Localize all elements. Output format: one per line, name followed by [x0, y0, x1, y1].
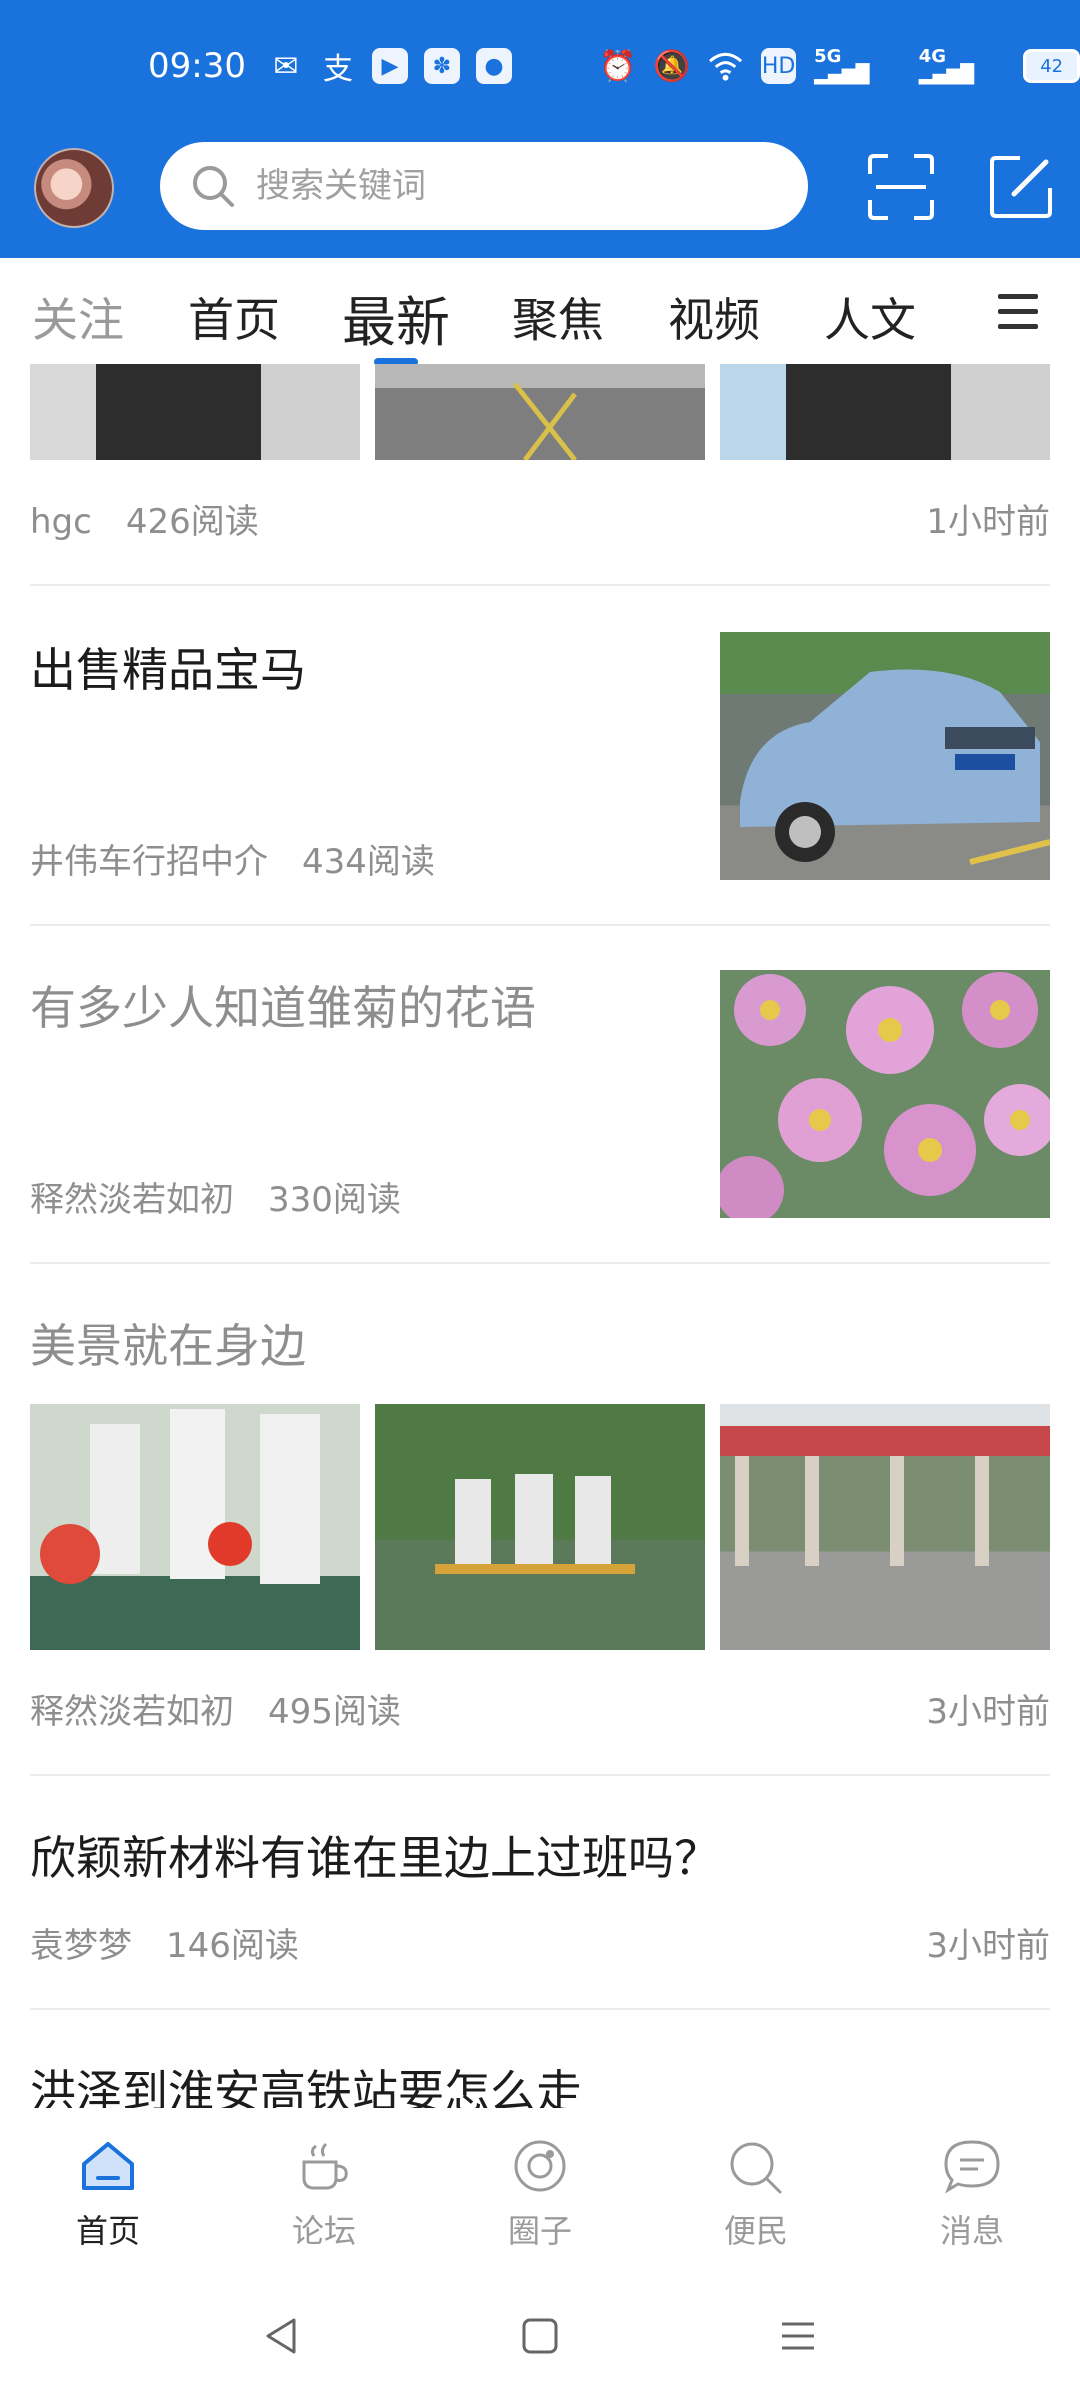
post-title: 欣颖新材料有谁在里边上过班吗？ — [30, 1831, 720, 1885]
battery-icon: 42 — [1023, 49, 1080, 83]
mute-icon: 🔕 — [653, 48, 691, 84]
news-feed[interactable]: hgc 426阅读 1小时前 出售精品宝马 井伟车行招中介 434阅读 有多少人知道… — [0, 364, 1080, 2108]
wechat-icon: ✉ — [273, 48, 299, 84]
search-icon — [193, 166, 234, 207]
tab-culture[interactable]: 人文 — [824, 284, 916, 350]
search-input[interactable] — [254, 165, 778, 207]
post-reads: 146阅读 — [166, 1926, 299, 1966]
post-meta: 袁梦梦 146阅读 — [30, 1918, 299, 1967]
post-time: 1小时前 — [926, 502, 1050, 542]
tab-follow[interactable]: 关注 — [32, 284, 124, 350]
nav-label: 圈子 — [507, 2212, 572, 2250]
tab-latest[interactable]: 最新 — [342, 278, 450, 357]
circle-icon — [514, 2140, 566, 2192]
tab-focus[interactable]: 聚焦 — [512, 284, 604, 350]
post-image — [375, 364, 705, 460]
post-meta: 井伟车行招中介 434阅读 — [30, 834, 435, 883]
record-icon: ● — [476, 48, 512, 84]
post-title: 洪泽到淮安高铁站要怎么走 — [30, 2065, 582, 2108]
post-author: 释然淡若如初 — [30, 1692, 234, 1732]
divider — [30, 924, 1050, 926]
post-meta: hgc 426阅读 — [30, 494, 259, 543]
post-image — [375, 1404, 705, 1650]
compose-icon[interactable] — [984, 150, 1058, 224]
nav-label: 首页 — [75, 2212, 140, 2250]
post-meta: 释然淡若如初 495阅读 — [30, 1684, 401, 1733]
post-image — [30, 364, 360, 460]
bottom-navigation: 首页 论坛 圈子 便民 消息 — [0, 2108, 1080, 2278]
menu-icon[interactable] — [998, 294, 1038, 339]
nav-label: 论坛 — [291, 2212, 356, 2250]
post-title: 有多少人知道雏菊的花语 — [30, 981, 536, 1035]
alarm-icon: ⏰ — [599, 48, 637, 84]
car-graphic — [740, 669, 1050, 865]
post-meta: 释然淡若如初 330阅读 — [30, 1172, 401, 1221]
tab-home[interactable]: 首页 — [188, 284, 280, 350]
post-image — [720, 364, 1050, 460]
tab-video[interactable]: 视频 — [668, 284, 760, 350]
post-time: 3小时前 — [926, 1926, 1050, 1966]
status-bar: 09:30 ✉ 支 ▶ ✽ ● ⏰ 🔕 HD 5G ▂▄▆█ 4G ▂▄▆█ 4… — [0, 30, 1080, 114]
search-service-icon — [730, 2142, 782, 2194]
nav-label: 消息 — [939, 2212, 1004, 2250]
app-header: 09:30 ✉ 支 ▶ ✽ ● ⏰ 🔕 HD 5G ▂▄▆█ 4G ▂▄▆█ 4… — [0, 0, 1080, 258]
system-navigation-bar — [0, 2278, 1080, 2400]
coffee-cup-icon — [302, 2142, 348, 2190]
post-author: 释然淡若如初 — [30, 1180, 234, 1220]
nav-circle[interactable]: 圈子 — [470, 2138, 610, 2252]
road-lines-graphic — [513, 382, 577, 460]
divider — [30, 1774, 1050, 1776]
monument-graphic — [40, 1409, 320, 1584]
flowers-graphic — [720, 972, 1050, 1218]
home-icon — [82, 2142, 134, 2190]
avatar[interactable] — [34, 148, 114, 228]
post-title: 美景就在身边 — [30, 1319, 306, 1373]
nav-label: 便民 — [723, 2212, 788, 2250]
post-reads: 495阅读 — [268, 1692, 401, 1732]
system-status-icons: ⏰ 🔕 HD 5G ▂▄▆█ 4G ▂▄▆█ 42 — [599, 46, 1080, 85]
post-title: 出售精品宝马 — [30, 643, 306, 697]
baidu-icon: ✽ — [424, 48, 460, 84]
chat-bubble-icon — [944, 2140, 1000, 2194]
signal-5g-icon: 5G ▂▄▆█ — [814, 46, 870, 85]
post-author: 井伟车行招中介 — [30, 842, 268, 882]
status-time: 09:30 — [148, 46, 246, 86]
post-time: 3小时前 — [926, 1692, 1050, 1732]
post-author: 袁梦梦 — [30, 1926, 132, 1966]
post-thumbnail — [720, 632, 1050, 880]
nav-forum[interactable]: 论坛 — [254, 2138, 394, 2252]
post-author: hgc — [30, 502, 92, 542]
alipay-icon: 支 — [323, 52, 353, 87]
park-graphic — [435, 1474, 635, 1574]
post-image — [30, 1404, 360, 1650]
divider — [30, 2008, 1050, 2010]
home-button-icon[interactable] — [520, 2316, 560, 2356]
nav-home[interactable]: 首页 — [38, 2138, 178, 2252]
notification-icons: ✉ 支 ▶ ✽ ● — [268, 48, 512, 87]
divider — [30, 1262, 1050, 1264]
post-thumbnail — [720, 970, 1050, 1218]
back-icon[interactable] — [262, 2316, 302, 2356]
wifi-icon — [708, 52, 743, 81]
nav-messages[interactable]: 消息 — [902, 2138, 1042, 2252]
post-reads: 434阅读 — [302, 842, 435, 882]
post-reads: 330阅读 — [268, 1180, 401, 1220]
pavilion-graphic — [720, 1426, 1050, 1566]
search-bar[interactable] — [160, 142, 808, 230]
nav-services[interactable]: 便民 — [686, 2138, 826, 2252]
recents-icon[interactable] — [778, 2316, 818, 2356]
post-reads: 426阅读 — [125, 502, 259, 542]
category-tabs: 关注 首页 最新 聚焦 视频 人文 — [0, 258, 1080, 366]
scan-icon[interactable] — [864, 150, 938, 224]
signal-4g-icon: 4G ▂▄▆█ — [918, 46, 975, 85]
hd-icon: HD — [761, 48, 797, 84]
post-image — [720, 1404, 1050, 1650]
divider — [30, 584, 1050, 586]
video-app-icon: ▶ — [372, 48, 408, 84]
